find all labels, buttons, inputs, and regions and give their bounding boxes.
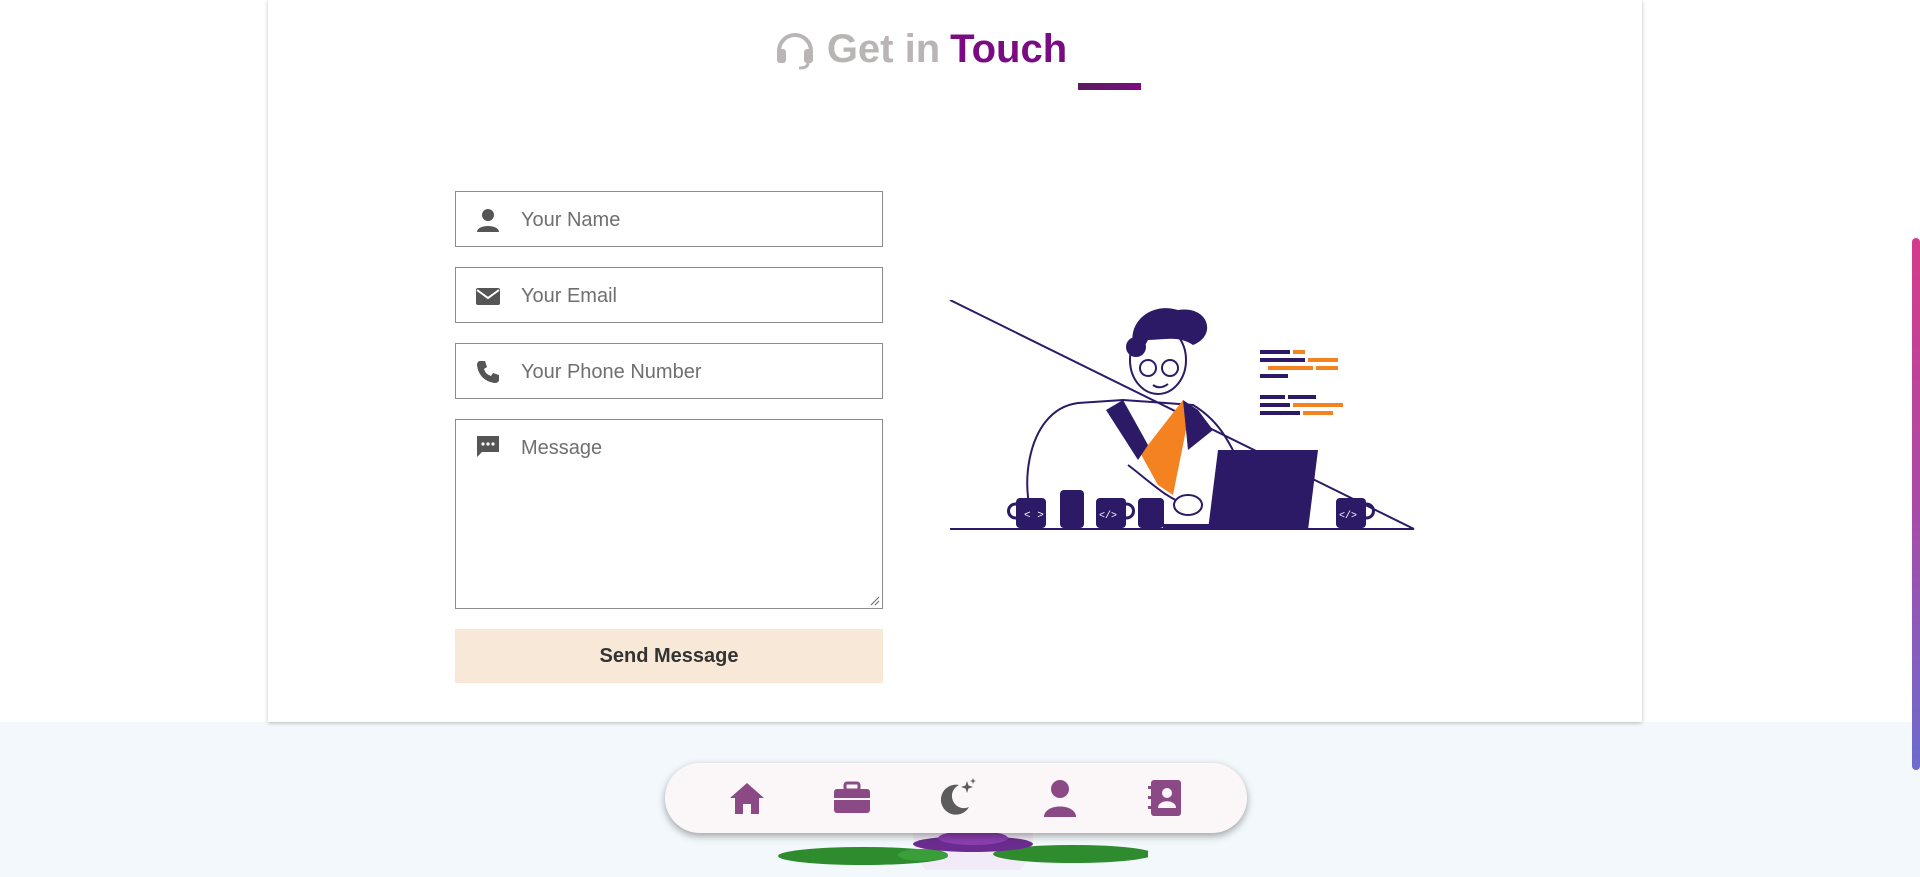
nav-contact[interactable] <box>1143 776 1187 820</box>
envelope-icon <box>476 288 500 305</box>
email-placeholder: Your Email <box>521 285 617 307</box>
email-field[interactable]: Your Email <box>455 267 883 323</box>
phone-icon <box>477 361 499 383</box>
phone-field[interactable]: Your Phone Number <box>455 343 883 399</box>
user-icon <box>1044 780 1077 817</box>
chat-bubble-icon <box>477 436 499 457</box>
moon-stars-icon <box>940 778 976 815</box>
nav-home[interactable] <box>725 776 769 820</box>
send-message-button[interactable]: Send Message <box>455 629 883 683</box>
section-heading: Get in Touch <box>268 24 1642 83</box>
heading-text-accent: Touch <box>950 27 1068 71</box>
message-field[interactable]: Message <box>455 419 883 609</box>
nav-work[interactable] <box>830 776 874 820</box>
scrollbar-thumb[interactable] <box>1912 238 1920 770</box>
nav-about[interactable] <box>1038 776 1082 820</box>
svg-text:</>: </> <box>1339 510 1357 522</box>
phone-placeholder: Your Phone Number <box>521 361 702 383</box>
headset-icon <box>776 33 813 70</box>
developer-illustration: < > </> </> <box>949 300 1415 530</box>
heading-text-grey: Get in <box>826 27 941 71</box>
svg-text:< >: < > <box>1024 510 1044 522</box>
name-placeholder: Your Name <box>521 209 621 231</box>
resize-handle-icon[interactable] <box>870 596 880 606</box>
name-field[interactable]: Your Name <box>455 191 883 247</box>
home-icon <box>730 783 765 814</box>
bottom-nav-dock <box>665 763 1247 833</box>
code-snippet-graphic <box>1260 350 1343 415</box>
briefcase-icon <box>833 781 870 813</box>
contact-form: Your Name Your Email Your Phone Number M… <box>455 191 883 683</box>
message-placeholder: Message <box>521 437 603 459</box>
contact-book-icon <box>1147 780 1181 816</box>
svg-text:</>: </> <box>1099 510 1117 522</box>
heading-underline <box>1078 83 1141 90</box>
user-icon <box>477 209 499 232</box>
nav-theme-toggle[interactable] <box>934 776 978 820</box>
